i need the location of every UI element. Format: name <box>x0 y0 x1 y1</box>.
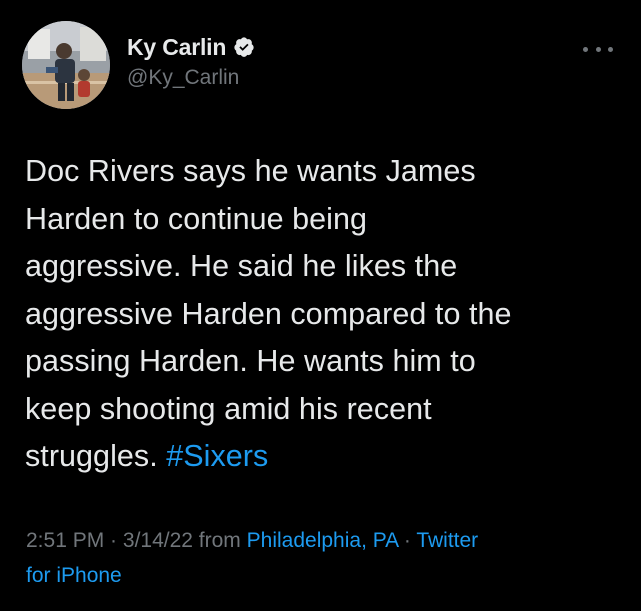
tweet-text-line: aggressive Harden compared to the <box>25 296 512 331</box>
more-dot-icon <box>595 46 601 52</box>
source-link[interactable]: Twitter <box>416 529 478 552</box>
more-options-button[interactable] <box>583 42 613 56</box>
source-link-continued[interactable]: for iPhone <box>26 558 626 593</box>
more-dot-icon <box>608 46 613 52</box>
more-dot-icon <box>583 46 588 52</box>
display-name[interactable]: Ky Carlin <box>127 34 226 61</box>
tweet-text-line: aggressive. He said he likes the <box>25 249 458 283</box>
meta-separator: · <box>398 529 417 552</box>
tweet-text-line: passing Harden. He wants him to <box>25 344 476 378</box>
handle[interactable]: @Ky_Carlin <box>127 66 567 90</box>
profile-photo-icon <box>22 21 110 109</box>
hashtag-link[interactable]: #Sixers <box>166 439 268 473</box>
verified-badge-icon <box>234 37 254 57</box>
tweet-text: Doc Rivers says he wants James Harden to… <box>25 148 625 481</box>
tweet-card: Ky Carlin @Ky_Carlin Doc Rivers says he … <box>0 0 641 611</box>
tweet-text-line: Doc Rivers says he wants James <box>25 154 476 188</box>
tweet-text-line: keep shooting amid his recent <box>25 391 432 426</box>
tweet-text-end: struggles. <box>25 439 158 473</box>
avatar[interactable] <box>22 21 110 109</box>
tweet-metadata: 2:51 PM · 3/14/22 from Philadelphia, PA … <box>26 523 626 593</box>
from-label: from <box>192 529 247 552</box>
tweet-time[interactable]: 2:51 PM <box>26 529 104 552</box>
location-link[interactable]: Philadelphia, PA <box>247 529 398 552</box>
meta-row-1: 2:51 PM · 3/14/22 from Philadelphia, PA … <box>26 523 626 558</box>
meta-separator: · <box>104 529 123 552</box>
tweet-text-line: Harden to continue being <box>25 201 368 236</box>
tweet-text-line-last: struggles. #Sixers <box>25 433 625 481</box>
name-row: Ky Carlin <box>127 33 567 61</box>
tweet-date[interactable]: 3/14/22 <box>123 529 193 552</box>
author-block: Ky Carlin @Ky_Carlin <box>127 33 567 90</box>
